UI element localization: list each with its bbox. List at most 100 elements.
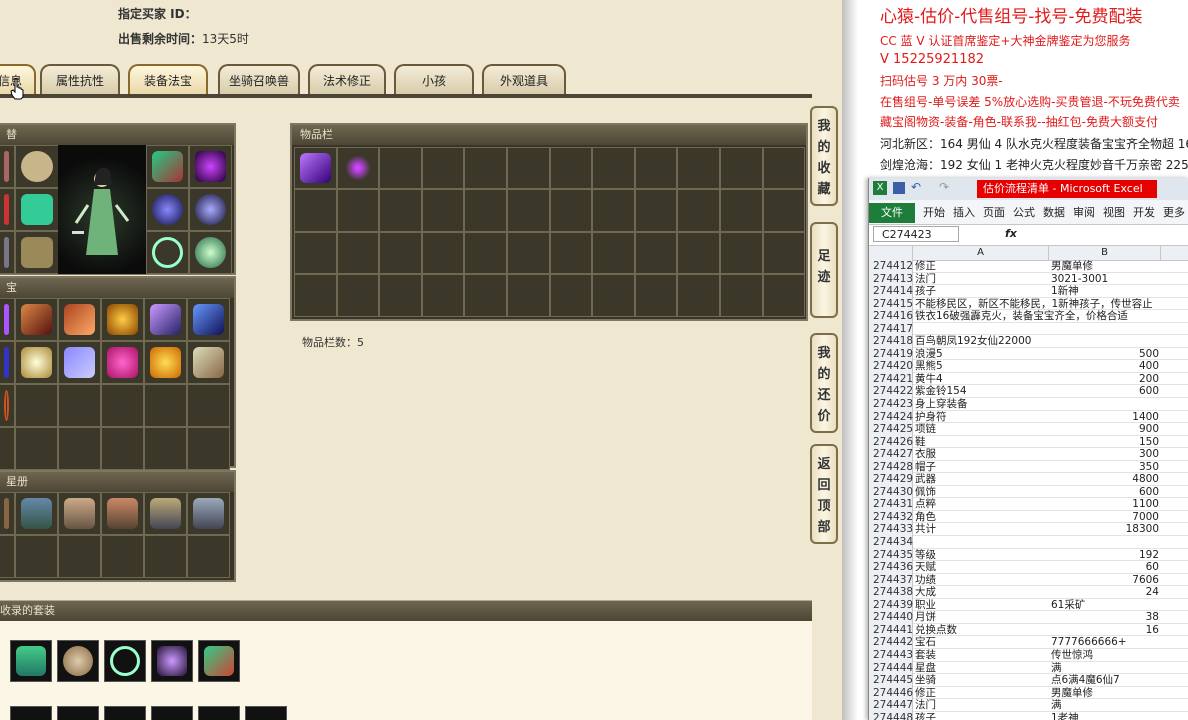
equip-slot[interactable] bbox=[189, 231, 232, 274]
row-number[interactable]: 274417 bbox=[869, 322, 913, 336]
ribbon-tab-developer[interactable]: 开发 bbox=[1133, 203, 1155, 223]
star-slot[interactable] bbox=[187, 535, 230, 578]
equip-slot[interactable] bbox=[15, 145, 59, 188]
cell-a[interactable]: 身上穿装备 bbox=[915, 398, 1049, 411]
bag-slot[interactable] bbox=[294, 147, 337, 190]
ribbon-tab-more[interactable]: 更多 bbox=[1163, 203, 1185, 223]
footprint-button[interactable]: 足迹 bbox=[810, 222, 838, 318]
bag-slot[interactable] bbox=[421, 147, 465, 190]
bag-slot[interactable] bbox=[592, 231, 635, 275]
bag-slot[interactable] bbox=[549, 147, 593, 190]
equip-slot[interactable] bbox=[0, 188, 15, 231]
bag-slot[interactable] bbox=[592, 274, 635, 317]
bag-slot[interactable] bbox=[677, 147, 720, 190]
cell-b[interactable]: 1老神 bbox=[1051, 712, 1159, 720]
fabao-slot[interactable] bbox=[187, 384, 230, 427]
cell-a[interactable]: 等级 bbox=[915, 549, 1049, 562]
tab-appearance[interactable]: 外观道具 bbox=[482, 64, 566, 94]
cell-a[interactable]: 坐骑 bbox=[915, 674, 1049, 687]
row-number[interactable]: 274428 bbox=[869, 460, 913, 474]
bag-slot[interactable] bbox=[336, 189, 380, 232]
star-slot[interactable] bbox=[187, 492, 230, 535]
cell-a[interactable]: 黄牛4 bbox=[915, 373, 1049, 386]
bag-slot[interactable] bbox=[464, 189, 507, 232]
back-to-top-button[interactable]: 返回顶部 bbox=[810, 444, 838, 544]
equip-slot[interactable] bbox=[15, 231, 59, 274]
star-slot[interactable] bbox=[101, 492, 144, 535]
cell-a[interactable]: 套装 bbox=[915, 649, 1049, 662]
bag-slot[interactable] bbox=[762, 147, 806, 190]
cell-b[interactable]: 600 bbox=[1051, 385, 1159, 398]
row-number[interactable]: 274422 bbox=[869, 385, 913, 399]
bag-slot[interactable] bbox=[634, 231, 678, 275]
cell-a[interactable]: 法门 bbox=[915, 273, 1049, 286]
row-number[interactable]: 274442 bbox=[869, 636, 913, 649]
cell-b[interactable]: 300 bbox=[1051, 448, 1159, 461]
bag-slot[interactable] bbox=[506, 274, 550, 317]
fabao-slot[interactable] bbox=[144, 298, 187, 341]
bag-slot[interactable] bbox=[506, 189, 550, 232]
bag-slot[interactable] bbox=[464, 231, 507, 275]
row-number[interactable]: 274439 bbox=[869, 598, 913, 612]
redo-icon[interactable]: ↷ bbox=[939, 180, 949, 194]
cell-b[interactable]: 3021-3001 bbox=[1051, 273, 1159, 286]
cell-b[interactable]: 38 bbox=[1051, 611, 1159, 624]
ribbon-tab-formulas[interactable]: 公式 bbox=[1013, 203, 1035, 223]
bag-slot[interactable] bbox=[719, 231, 763, 275]
fabao-slot[interactable] bbox=[187, 427, 230, 470]
cell-b[interactable]: 男魔单修 bbox=[1051, 687, 1159, 700]
fabao-slot[interactable] bbox=[15, 384, 58, 427]
fabao-slot[interactable] bbox=[58, 341, 101, 384]
fabao-slot[interactable] bbox=[187, 298, 230, 341]
cell-a[interactable]: 护身符 bbox=[915, 411, 1049, 424]
row-number[interactable]: 274430 bbox=[869, 485, 913, 499]
bag-slot[interactable] bbox=[379, 147, 422, 190]
bag-slot[interactable] bbox=[762, 231, 806, 275]
bag-slot[interactable] bbox=[677, 274, 720, 317]
cell-b[interactable]: 7777666666+ bbox=[1051, 636, 1159, 649]
cell-a[interactable]: 衣服 bbox=[915, 448, 1049, 461]
cell-a[interactable]: 孩子 bbox=[915, 712, 1049, 720]
bag-slot[interactable] bbox=[592, 189, 635, 232]
cell-b[interactable]: 200 bbox=[1051, 373, 1159, 386]
cell-b[interactable]: 500 bbox=[1051, 348, 1159, 361]
save-icon[interactable] bbox=[893, 182, 905, 194]
bag-slot[interactable] bbox=[634, 189, 678, 232]
cell-a[interactable]: 兑换点数 bbox=[915, 624, 1049, 637]
ribbon-tab-view[interactable]: 视图 bbox=[1103, 203, 1125, 223]
tab-spells[interactable]: 法术修正 bbox=[308, 64, 386, 94]
cell-b[interactable]: 1新神 bbox=[1051, 285, 1159, 298]
tab-equipment[interactable]: 装备法宝 bbox=[128, 64, 208, 94]
bag-slot[interactable] bbox=[634, 274, 678, 317]
equip-slot[interactable] bbox=[146, 231, 189, 274]
fabao-slot[interactable] bbox=[101, 384, 144, 427]
bag-slot[interactable] bbox=[464, 274, 507, 317]
select-all-corner[interactable] bbox=[869, 246, 913, 260]
cell-a[interactable]: 月饼 bbox=[915, 611, 1049, 624]
row-number[interactable]: 274412 bbox=[869, 260, 913, 273]
bag-slot[interactable] bbox=[549, 231, 593, 275]
fabao-slot[interactable] bbox=[101, 341, 144, 384]
bag-slot[interactable] bbox=[421, 189, 465, 232]
bag-slot[interactable] bbox=[421, 231, 465, 275]
suit-item[interactable] bbox=[198, 640, 240, 682]
cell-b[interactable]: 传世惊鸿 bbox=[1051, 649, 1159, 662]
row-number[interactable]: 274437 bbox=[869, 573, 913, 587]
fabao-slot[interactable] bbox=[144, 341, 187, 384]
row-number[interactable]: 274440 bbox=[869, 611, 913, 624]
suit-item[interactable] bbox=[198, 706, 240, 720]
ribbon-tab-file[interactable]: 文件 bbox=[869, 203, 915, 223]
cell-b[interactable]: 男魔单修 bbox=[1051, 260, 1159, 273]
row-number[interactable]: 274416 bbox=[869, 310, 913, 323]
bag-slot[interactable] bbox=[336, 147, 380, 190]
row-number[interactable]: 274414 bbox=[869, 285, 913, 298]
cell-a[interactable]: 修正 bbox=[915, 687, 1049, 700]
row-number[interactable]: 274420 bbox=[869, 360, 913, 373]
fx-icon[interactable]: fx bbox=[1005, 227, 1017, 240]
bag-slot[interactable] bbox=[719, 147, 763, 190]
star-slot[interactable] bbox=[15, 535, 58, 578]
row-number[interactable]: 274429 bbox=[869, 473, 913, 486]
suit-item[interactable] bbox=[10, 706, 52, 720]
suit-item[interactable] bbox=[104, 640, 146, 682]
fabao-slot[interactable] bbox=[0, 384, 15, 427]
